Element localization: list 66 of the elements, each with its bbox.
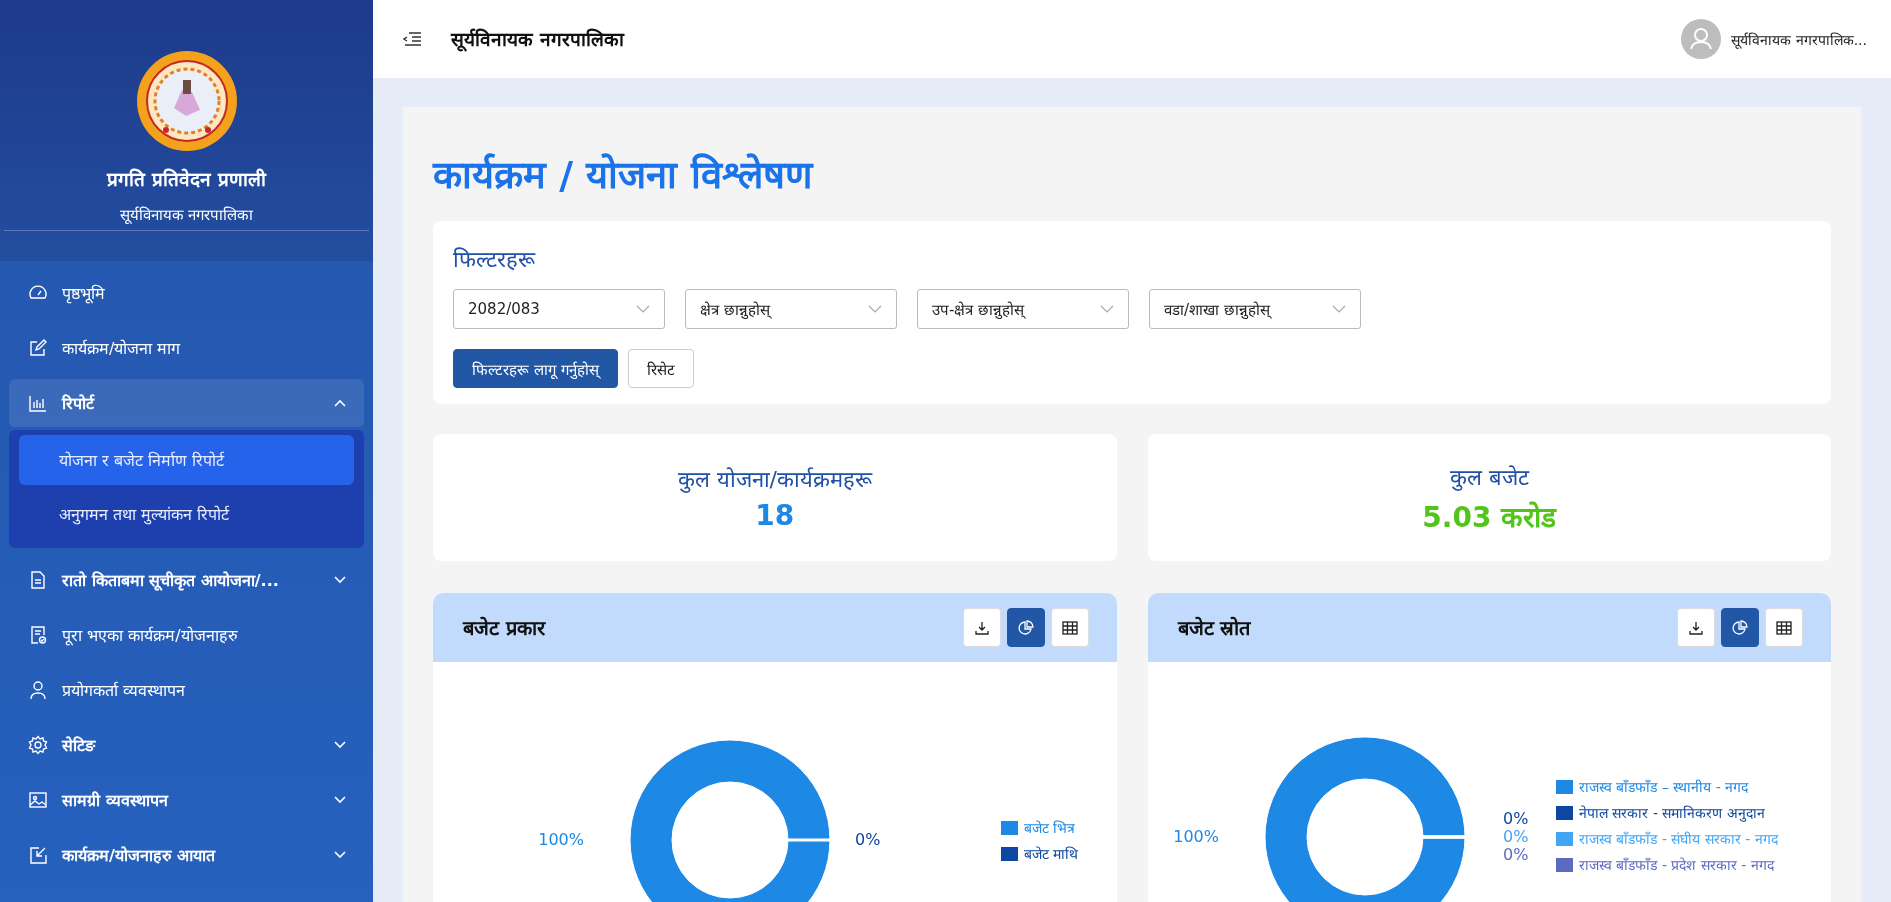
- caret-icon: [1332, 305, 1346, 313]
- stat-label: कुल योजना/कार्यक्रमहरू: [677, 466, 872, 493]
- edit-icon: [28, 338, 48, 358]
- sidebar-item[interactable]: प्रयोगकर्ता व्यवस्थापन: [9, 666, 364, 714]
- download-icon: [974, 620, 989, 635]
- filter-title: फिल्टरहरू: [453, 246, 537, 273]
- legend-label[interactable]: नेपाल सरकार - समानिकरण अनुदान: [1578, 805, 1765, 821]
- dropdown-field[interactable]: 2082/083: [453, 289, 665, 329]
- caret-icon: [636, 305, 650, 313]
- slice-value-label: 100%: [538, 830, 584, 849]
- download-button[interactable]: [962, 608, 1001, 647]
- import-icon: [28, 845, 48, 865]
- menu-fold-icon[interactable]: [403, 32, 421, 46]
- slice-value-label: 0%: [1502, 827, 1528, 846]
- legend-label[interactable]: राजस्व बाँडफाँड – स्थानीय - नगद: [1578, 779, 1748, 795]
- slice-value-label: 0%: [1502, 845, 1528, 864]
- table-icon: [1061, 620, 1078, 635]
- dropdown-field[interactable]: वडा/शाखा छान्नुहोस्: [1149, 289, 1361, 329]
- submenu-item[interactable]: अनुगमन तथा मुल्यांकन रिपोर्ट: [19, 489, 354, 539]
- header-title: सूर्यविनायक नगरपालिका: [451, 27, 626, 52]
- user-name[interactable]: सूर्यविनायक नगरपालिक...: [1731, 29, 1867, 49]
- caret-icon: [1100, 305, 1114, 313]
- stat-label: कुल बजेट: [1449, 463, 1529, 491]
- sidebar-item[interactable]: पृष्ठभूमि: [9, 269, 364, 317]
- slice-value-label: 0%: [1502, 809, 1528, 828]
- legend-label[interactable]: बजेट माथि: [1024, 846, 1079, 862]
- chart-title: बजेट स्रोत: [1177, 615, 1251, 641]
- document-icon: [28, 570, 48, 590]
- reset-button[interactable]: रिसेट: [627, 349, 694, 388]
- pie-view-button[interactable]: [1006, 608, 1045, 647]
- legend-label[interactable]: राजस्व बाँडफाँड - प्रदेश सरकार - नगद: [1578, 857, 1774, 873]
- sidebar-item[interactable]: सामग्री व्यवस्थापन: [9, 776, 364, 824]
- user-icon: [28, 680, 48, 700]
- stat-value: 5.03 करोड: [1422, 499, 1557, 535]
- chart-title: बजेट प्रकार: [463, 615, 545, 641]
- pie-chart-icon: [1017, 619, 1034, 636]
- sidebar-item[interactable]: पूरा भएका कार्यक्रम/योजनाहरु: [9, 611, 364, 659]
- sidebar-item[interactable]: रातो किताबमा सूचीकृत आयोजना/...: [9, 556, 364, 604]
- stat-value: 18: [755, 499, 795, 532]
- bar-chart-icon: [28, 393, 48, 413]
- apply-filters-button[interactable]: फिल्टरहरू लागू गर्नुहोस्: [453, 349, 618, 388]
- page-title: कार्यक्रम / योजना विश्लेषण: [433, 152, 815, 199]
- sidebar-item[interactable]: कार्यक्रम/योजनाहरु आयात: [9, 831, 364, 879]
- download-button[interactable]: [1677, 608, 1715, 647]
- dropdown-field[interactable]: उप-क्षेत्र छान्नुहोस्: [917, 289, 1129, 329]
- download-icon: [1689, 620, 1703, 635]
- municipality-emblem-icon: [135, 50, 238, 152]
- pie-chart-icon: [1732, 619, 1748, 636]
- caret-icon: [868, 305, 882, 313]
- table-view-button[interactable]: [1050, 608, 1089, 647]
- table-icon: [1776, 620, 1792, 635]
- sidebar-item[interactable]: कार्यक्रम/योजना माग: [9, 324, 364, 372]
- table-view-button[interactable]: [1765, 608, 1803, 647]
- dropdown-field[interactable]: क्षेत्र छान्नुहोस्: [685, 289, 897, 329]
- settings-icon: [28, 735, 48, 755]
- document-check-icon: [28, 625, 48, 645]
- organization-name: सूर्यविनायक नगरपालिका: [4, 204, 369, 231]
- pie-view-button[interactable]: [1721, 608, 1759, 647]
- app-title: प्रगति प्रतिवेदन प्रणाली: [107, 167, 266, 192]
- slice-value-label: 0%: [855, 830, 881, 849]
- sidebar-item[interactable]: रिपोर्ट: [9, 379, 364, 427]
- image-icon: [28, 790, 48, 810]
- sidebar-item[interactable]: सेटिङ: [9, 721, 364, 769]
- slice-value-label: 100%: [1172, 827, 1219, 846]
- submenu-item[interactable]: योजना र बजेट निर्माण रिपोर्ट: [19, 435, 354, 485]
- legend-label[interactable]: बजेट भित्र: [1024, 820, 1076, 836]
